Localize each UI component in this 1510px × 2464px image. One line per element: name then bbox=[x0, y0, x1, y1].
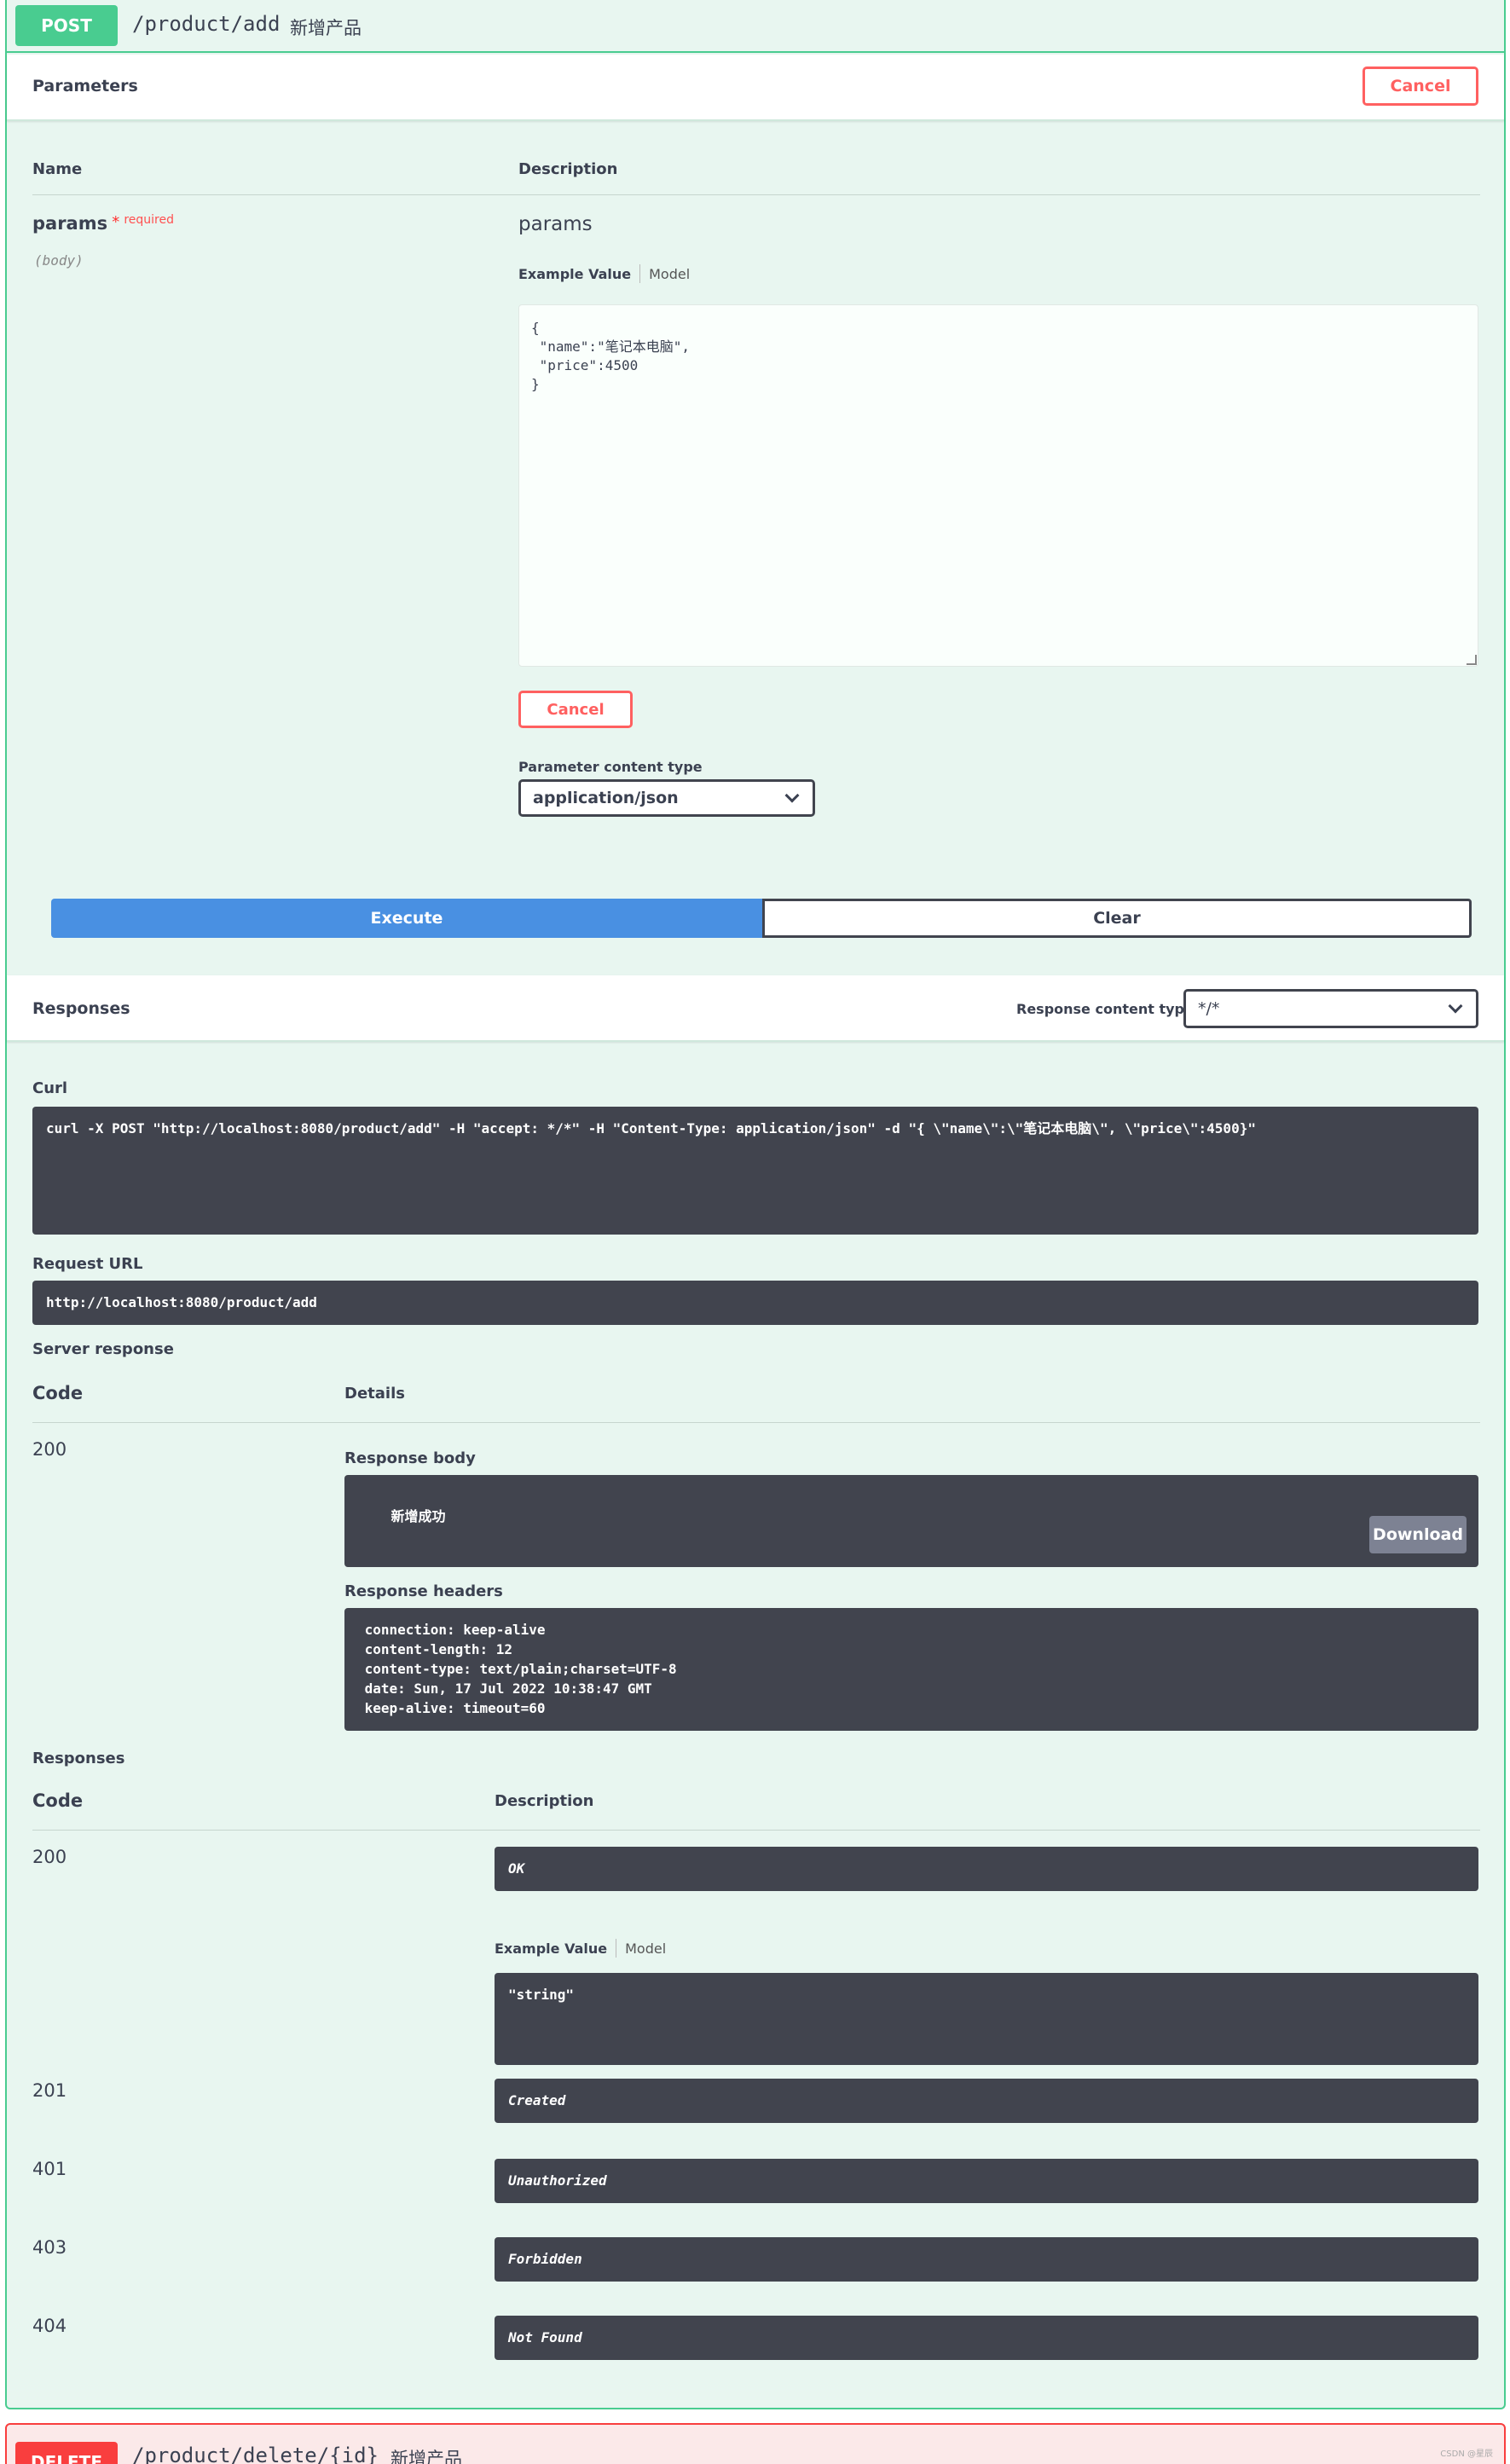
delete-operation-summary: 新增产品 bbox=[391, 2449, 462, 2464]
response-content-type-value: */* bbox=[1198, 999, 1220, 1018]
doc-divider bbox=[32, 1830, 1480, 1831]
col-description-header: Description bbox=[518, 160, 618, 178]
responses-title: Responses bbox=[32, 999, 130, 1018]
operation-summary-text: 新增产品 bbox=[290, 18, 362, 38]
responses-header: Responses Response content type */* bbox=[7, 975, 1504, 1042]
doc-model-tab[interactable]: Model bbox=[625, 1941, 666, 1957]
clear-button[interactable]: Clear bbox=[762, 899, 1472, 938]
server-col-details: Details bbox=[344, 1385, 405, 1403]
doc-code-403: 403 bbox=[32, 2237, 67, 2258]
param-name-cell: params * required bbox=[32, 213, 174, 234]
curl-command[interactable]: curl -X POST "http://localhost:8080/prod… bbox=[32, 1107, 1478, 1235]
example-model-tabs: Example Value Model bbox=[518, 264, 690, 283]
server-col-code: Code bbox=[32, 1383, 84, 1403]
parameter-content-type-value: application/json bbox=[533, 789, 679, 807]
response-content-type-select[interactable]: */* bbox=[1183, 989, 1478, 1028]
body-cancel-button[interactable]: Cancel bbox=[518, 691, 633, 728]
doc-desc-403: Forbidden bbox=[495, 2237, 1478, 2282]
documented-responses-title: Responses bbox=[32, 1750, 125, 1767]
doc-col-description: Description bbox=[495, 1792, 594, 1810]
delete-operation-path: /product/delete/{id} bbox=[132, 2444, 379, 2464]
doc-example-value[interactable]: "string" bbox=[495, 1973, 1478, 2065]
request-url-value[interactable]: http://localhost:8080/product/add bbox=[32, 1281, 1478, 1325]
response-body-value: 新增成功 bbox=[391, 1508, 446, 1524]
chevron-down-icon bbox=[784, 788, 800, 803]
operation-block-delete[interactable]: DELETE /product/delete/{id} 新增产品 bbox=[5, 2423, 1506, 2464]
doc-example-model-tabs: Example Value Model bbox=[495, 1939, 666, 1958]
request-url-label: Request URL bbox=[32, 1255, 143, 1273]
parameters-title: Parameters bbox=[32, 77, 138, 95]
response-headers-label: Response headers bbox=[344, 1582, 503, 1600]
model-tab[interactable]: Model bbox=[649, 266, 690, 282]
param-in: (body) bbox=[34, 252, 84, 269]
resize-handle-icon[interactable] bbox=[1467, 655, 1477, 665]
parameter-content-type-label: Parameter content type bbox=[518, 759, 703, 775]
col-name-header: Name bbox=[32, 160, 83, 178]
example-value-tab[interactable]: Example Value bbox=[518, 266, 631, 282]
required-star: * bbox=[112, 213, 120, 231]
watermark: CSDN @星辰 bbox=[1440, 2450, 1493, 2459]
doc-desc-401: Unauthorized bbox=[495, 2159, 1478, 2203]
doc-code-401: 401 bbox=[32, 2159, 67, 2179]
server-divider bbox=[32, 1422, 1480, 1423]
response-body[interactable]: 新增成功 Download bbox=[344, 1475, 1478, 1567]
operation-path: /product/add bbox=[132, 12, 281, 36]
chevron-down-icon bbox=[1448, 998, 1463, 1014]
parameters-header: Parameters Cancel bbox=[7, 55, 1504, 121]
server-response-label: Server response bbox=[32, 1340, 174, 1358]
header-divider bbox=[32, 194, 1480, 195]
tab-separator bbox=[639, 264, 641, 283]
doc-desc-201: Created bbox=[495, 2079, 1478, 2123]
response-body-label: Response body bbox=[344, 1449, 476, 1467]
doc-example-value-tab[interactable]: Example Value bbox=[495, 1941, 607, 1957]
try-out-cancel-button[interactable]: Cancel bbox=[1362, 67, 1478, 106]
method-badge: POST bbox=[15, 5, 118, 46]
parameter-content-type-select[interactable]: application/json bbox=[518, 779, 815, 817]
server-status-code: 200 bbox=[32, 1439, 67, 1460]
download-button[interactable]: Download bbox=[1369, 1516, 1467, 1553]
operation-summary[interactable]: POST /product/add 新增产品 bbox=[7, 0, 1504, 53]
required-label: required bbox=[124, 213, 174, 227]
doc-desc-404: Not Found bbox=[495, 2316, 1478, 2360]
request-body-textarea[interactable]: { "name":"笔记本电脑", "price":4500 } bbox=[518, 304, 1478, 667]
param-name: params bbox=[32, 213, 108, 234]
doc-code-404: 404 bbox=[32, 2316, 67, 2336]
operation-block-post: POST /product/add 新增产品 Parameters Cancel… bbox=[5, 0, 1506, 2409]
doc-col-code: Code bbox=[32, 1790, 84, 1811]
doc-desc-200: OK bbox=[495, 1847, 1478, 1891]
delete-method-badge: DELETE bbox=[15, 2442, 118, 2464]
doc-code-200: 200 bbox=[32, 1847, 67, 1867]
execute-button[interactable]: Execute bbox=[51, 899, 762, 938]
curl-label: Curl bbox=[32, 1079, 68, 1097]
doc-code-201: 201 bbox=[32, 2080, 67, 2101]
response-headers[interactable]: connection: keep-alive content-length: 1… bbox=[344, 1608, 1478, 1731]
param-description: params bbox=[518, 213, 593, 235]
response-content-type-label: Response content type bbox=[1016, 1001, 1194, 1017]
